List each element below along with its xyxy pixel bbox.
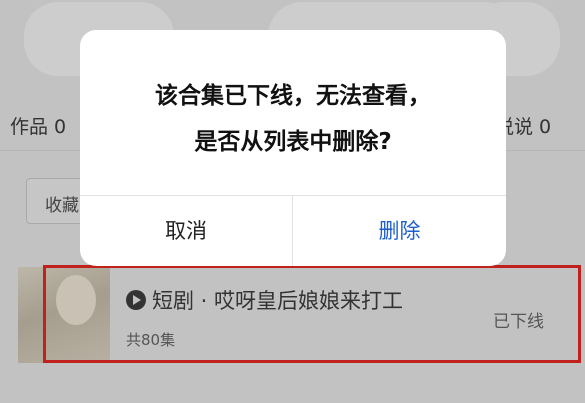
collection-episode-count: 共80集 <box>126 331 176 349</box>
tab-works[interactable]: 作品 0 <box>10 112 66 139</box>
collection-status: 已下线 <box>493 312 544 332</box>
play-circle-icon <box>126 290 146 310</box>
dialog-message-line2: 是否从列表中删除? <box>194 129 392 155</box>
collection-title: 短剧 · 哎呀皇后娘娘来打工 <box>126 285 403 315</box>
collection-title-text: 短剧 · 哎呀皇后娘娘来打工 <box>152 289 404 313</box>
cancel-button[interactable]: 取消 <box>80 196 292 266</box>
delete-confirm-dialog: 该合集已下线，无法查看， 是否从列表中删除? 取消 删除 <box>80 30 506 266</box>
delete-button[interactable]: 删除 <box>293 196 506 266</box>
dialog-message-line1: 该合集已下线，无法查看， <box>155 83 431 109</box>
